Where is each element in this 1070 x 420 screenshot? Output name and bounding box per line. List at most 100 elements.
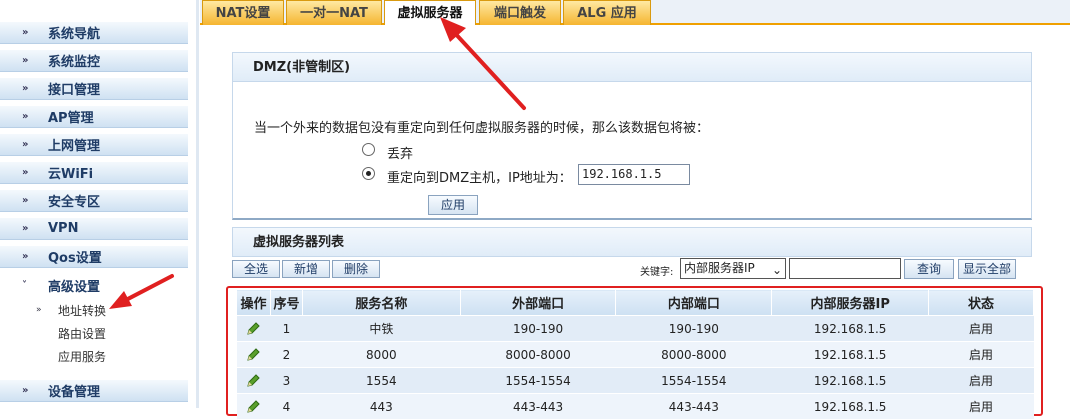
redirect-label: 重定向到DMZ主机，IP地址为：	[387, 171, 572, 186]
sidebar-item-device[interactable]: » 设备管理	[0, 380, 188, 402]
double-chevron-down-icon: ˅	[22, 279, 27, 291]
row-index: 1	[270, 315, 303, 342]
dmz-panel-body	[232, 82, 1032, 220]
row-internal-ip: 192.168.1.5	[771, 315, 929, 342]
row-external-port: 443-443	[460, 393, 616, 420]
sidebar-item-label: 设备管理	[48, 385, 101, 400]
edit-pencil-icon[interactable]	[245, 373, 261, 389]
col-external-port: 外部端口	[459, 289, 617, 316]
drop-label: 丢弃	[387, 147, 414, 162]
row-internal-ip: 192.168.1.5	[771, 393, 929, 420]
double-chevron-icon: »	[22, 55, 28, 66]
row-status: 启用	[928, 341, 1034, 368]
col-internal-port: 内部端口	[615, 289, 773, 316]
sidebar-item-system-monitor[interactable]: » 系统监控	[0, 50, 188, 72]
drop-radio[interactable]	[362, 143, 375, 156]
sidebar-subitem-label: 应用服务	[58, 349, 107, 364]
table-row: 4 443 443-443 443-443 192.168.1.5 启用	[236, 393, 1034, 420]
tab-virtual-server[interactable]: 虚拟服务器	[384, 0, 476, 25]
double-chevron-icon: »	[22, 111, 28, 122]
row-external-port: 8000-8000	[460, 341, 616, 368]
double-chevron-icon: »	[22, 251, 28, 262]
row-service-name: 1554	[302, 367, 461, 394]
col-status: 状态	[928, 289, 1034, 316]
sidebar-subitem-label: 地址转换	[58, 303, 107, 318]
edit-pencil-icon[interactable]	[245, 399, 261, 415]
add-button[interactable]: 新增	[282, 260, 330, 278]
col-internal-ip: 内部服务器IP	[771, 289, 930, 316]
sidebar-item-label: 系统监控	[48, 55, 101, 70]
row-service-name: 443	[302, 393, 461, 420]
row-index: 4	[270, 393, 303, 420]
tab-one-to-one-nat[interactable]: 一对一NAT	[286, 0, 382, 25]
sidebar-item-system-nav[interactable]: » 系统导航	[0, 22, 188, 44]
keyword-select-value: 内部服务器IP	[684, 261, 755, 275]
row-status: 启用	[928, 393, 1034, 420]
sidebar-subitem-address-translation[interactable]: » 地址转换	[36, 300, 106, 320]
edit-pencil-icon[interactable]	[245, 321, 261, 337]
redirect-radio[interactable]	[362, 167, 375, 180]
keyword-label: 关键字:	[640, 267, 674, 278]
col-service-name: 服务名称	[301, 289, 461, 316]
row-internal-port: 190-190	[615, 315, 772, 342]
col-action: 操作	[236, 289, 271, 316]
table-row: 3 1554 1554-1554 1554-1554 192.168.1.5 启…	[236, 367, 1034, 394]
row-external-port: 190-190	[460, 315, 616, 342]
sidebar-item-qos[interactable]: » Qos设置	[0, 246, 188, 268]
keyword-select[interactable]: 内部服务器IP ⌄	[680, 258, 786, 279]
sidebar-item-label: Qos设置	[48, 251, 102, 266]
sidebar-item-advanced[interactable]: ˅ 高级设置	[0, 274, 188, 296]
chevron-down-icon: ⌄	[771, 263, 782, 277]
double-chevron-icon: »	[22, 195, 28, 206]
sidebar-item-label: 系统导航	[48, 27, 101, 42]
row-internal-ip: 192.168.1.5	[771, 341, 929, 368]
sidebar-item-label: 上网管理	[48, 139, 101, 154]
sidebar-subitem-routing[interactable]: 路由设置	[58, 323, 106, 343]
row-internal-port: 443-443	[615, 393, 772, 420]
dmz-ip-input[interactable]: 192.168.1.5	[578, 164, 690, 185]
row-service-name: 中铁	[302, 315, 461, 342]
row-index: 2	[270, 341, 303, 368]
delete-button[interactable]: 删除	[332, 260, 380, 278]
tab-alg[interactable]: ALG 应用	[563, 0, 651, 25]
tab-port-trigger[interactable]: 端口触发	[479, 0, 561, 25]
dmz-description: 当一个外来的数据包没有重定向到任何虚拟服务器的时候，那么该数据包将被：	[254, 121, 710, 136]
double-chevron-icon: »	[22, 167, 28, 178]
sidebar-item-cloud-wifi[interactable]: » 云WiFi	[0, 162, 188, 184]
row-status: 启用	[928, 315, 1034, 342]
sidebar-item-ap[interactable]: » AP管理	[0, 106, 188, 128]
table-row: 2 8000 8000-8000 8000-8000 192.168.1.5 启…	[236, 341, 1034, 368]
sidebar-subitem-label: 路由设置	[58, 326, 107, 341]
apply-button[interactable]: 应用	[428, 195, 478, 215]
sidebar-item-interface[interactable]: » 接口管理	[0, 78, 188, 100]
double-chevron-icon: »	[22, 83, 28, 94]
col-index: 序号	[269, 289, 303, 316]
vs-panel-title: 虚拟服务器列表	[232, 227, 1032, 257]
double-chevron-icon: »	[22, 27, 28, 38]
row-service-name: 8000	[302, 341, 461, 368]
double-chevron-icon: »	[36, 305, 42, 315]
sidebar-item-label: AP管理	[48, 111, 94, 126]
row-internal-port: 1554-1554	[615, 367, 772, 394]
sidebar-item-label: 高级设置	[48, 279, 101, 295]
double-chevron-icon: »	[22, 385, 28, 396]
double-chevron-icon: »	[22, 139, 28, 150]
sidebar-subitem-app-service[interactable]: 应用服务	[58, 346, 106, 366]
sidebar-item-vpn[interactable]: » VPN	[0, 218, 188, 240]
sidebar-item-internet[interactable]: » 上网管理	[0, 134, 188, 156]
edit-pencil-icon[interactable]	[245, 347, 261, 363]
virtual-server-table: 操作 序号 服务名称 外部端口 内部端口 内部服务器IP 状态 1 中铁 190…	[236, 289, 1034, 420]
sidebar-item-label: 安全专区	[48, 195, 101, 210]
tab-nat-settings[interactable]: NAT设置	[202, 0, 284, 25]
keyword-input[interactable]	[789, 258, 901, 279]
search-button[interactable]: 查询	[904, 259, 954, 279]
select-all-button[interactable]: 全选	[232, 260, 280, 278]
table-row: 1 中铁 190-190 190-190 192.168.1.5 启用	[236, 315, 1034, 342]
row-external-port: 1554-1554	[460, 367, 616, 394]
show-all-button[interactable]: 显示全部	[958, 259, 1016, 279]
tab-bar: NAT设置 一对一NAT 虚拟服务器 端口触发 ALG 应用	[200, 0, 1070, 25]
double-chevron-icon: »	[22, 223, 28, 234]
sidebar-item-security[interactable]: » 安全专区	[0, 190, 188, 212]
sidebar-item-label: 接口管理	[48, 83, 101, 98]
sidebar-divider	[196, 0, 199, 408]
